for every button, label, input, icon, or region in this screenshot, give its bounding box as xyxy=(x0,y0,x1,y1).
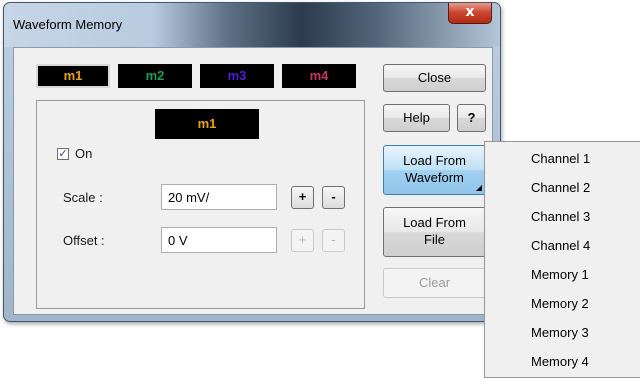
load-from-waveform-line1: Load From xyxy=(403,153,466,168)
clear-button[interactable]: Clear xyxy=(383,268,486,298)
tab-m4[interactable]: m4 xyxy=(282,64,356,88)
load-from-waveform-button[interactable]: Load From Waveform ◢ xyxy=(383,145,486,195)
menu-item-channel-3[interactable]: Channel 3 xyxy=(531,209,590,224)
load-from-file-line2: File xyxy=(424,232,445,247)
window-title: Waveform Memory xyxy=(13,17,123,32)
offset-decrease-button[interactable]: - xyxy=(322,229,345,252)
scale-decrease-button[interactable]: - xyxy=(322,186,345,209)
menu-item-memory-2[interactable]: Memory 2 xyxy=(531,296,589,311)
load-from-waveform-line2: Waveform xyxy=(405,170,464,185)
menu-item-channel-1[interactable]: Channel 1 xyxy=(531,151,590,166)
on-label: On xyxy=(75,146,93,161)
memory-settings-panel: m1 ✓ On Scale : + - Offset : + - xyxy=(36,100,365,309)
window-close-icon[interactable]: x xyxy=(448,3,492,24)
close-button[interactable]: Close xyxy=(383,64,486,92)
on-checkbox[interactable]: ✓ xyxy=(57,148,69,160)
help-button[interactable]: Help xyxy=(383,104,450,132)
menu-item-channel-4[interactable]: Channel 4 xyxy=(531,238,590,253)
offset-input[interactable] xyxy=(161,227,277,253)
help-icon[interactable]: ? xyxy=(457,104,486,132)
scale-label: Scale : xyxy=(63,190,103,205)
load-from-file-button[interactable]: Load From File xyxy=(383,207,486,257)
offset-increase-button[interactable]: + xyxy=(291,229,314,252)
load-source-dropdown: Channel 1 Channel 2 Channel 3 Channel 4 … xyxy=(484,141,640,378)
menu-item-channel-2[interactable]: Channel 2 xyxy=(531,180,590,195)
selected-memory-label: m1 xyxy=(155,109,259,139)
tab-m3[interactable]: m3 xyxy=(200,64,274,88)
menu-item-memory-4[interactable]: Memory 4 xyxy=(531,354,589,369)
offset-label: Offset : xyxy=(63,233,105,248)
scale-input[interactable] xyxy=(161,184,277,210)
menu-item-memory-1[interactable]: Memory 1 xyxy=(531,267,589,282)
menu-item-memory-3[interactable]: Memory 3 xyxy=(531,325,589,340)
dropdown-corner-icon: ◢ xyxy=(475,183,482,192)
tab-m1[interactable]: m1 xyxy=(36,64,110,88)
waveform-memory-dialog: Waveform Memory x m1 m2 m3 m4 m1 ✓ On Sc… xyxy=(3,2,501,322)
scale-increase-button[interactable]: + xyxy=(291,186,314,209)
dialog-client-area: m1 m2 m3 m4 m1 ✓ On Scale : + - Offset :… xyxy=(13,47,493,315)
load-from-file-line1: Load From xyxy=(403,215,466,230)
title-bar[interactable]: Waveform Memory x xyxy=(4,3,500,47)
tab-m2[interactable]: m2 xyxy=(118,64,192,88)
